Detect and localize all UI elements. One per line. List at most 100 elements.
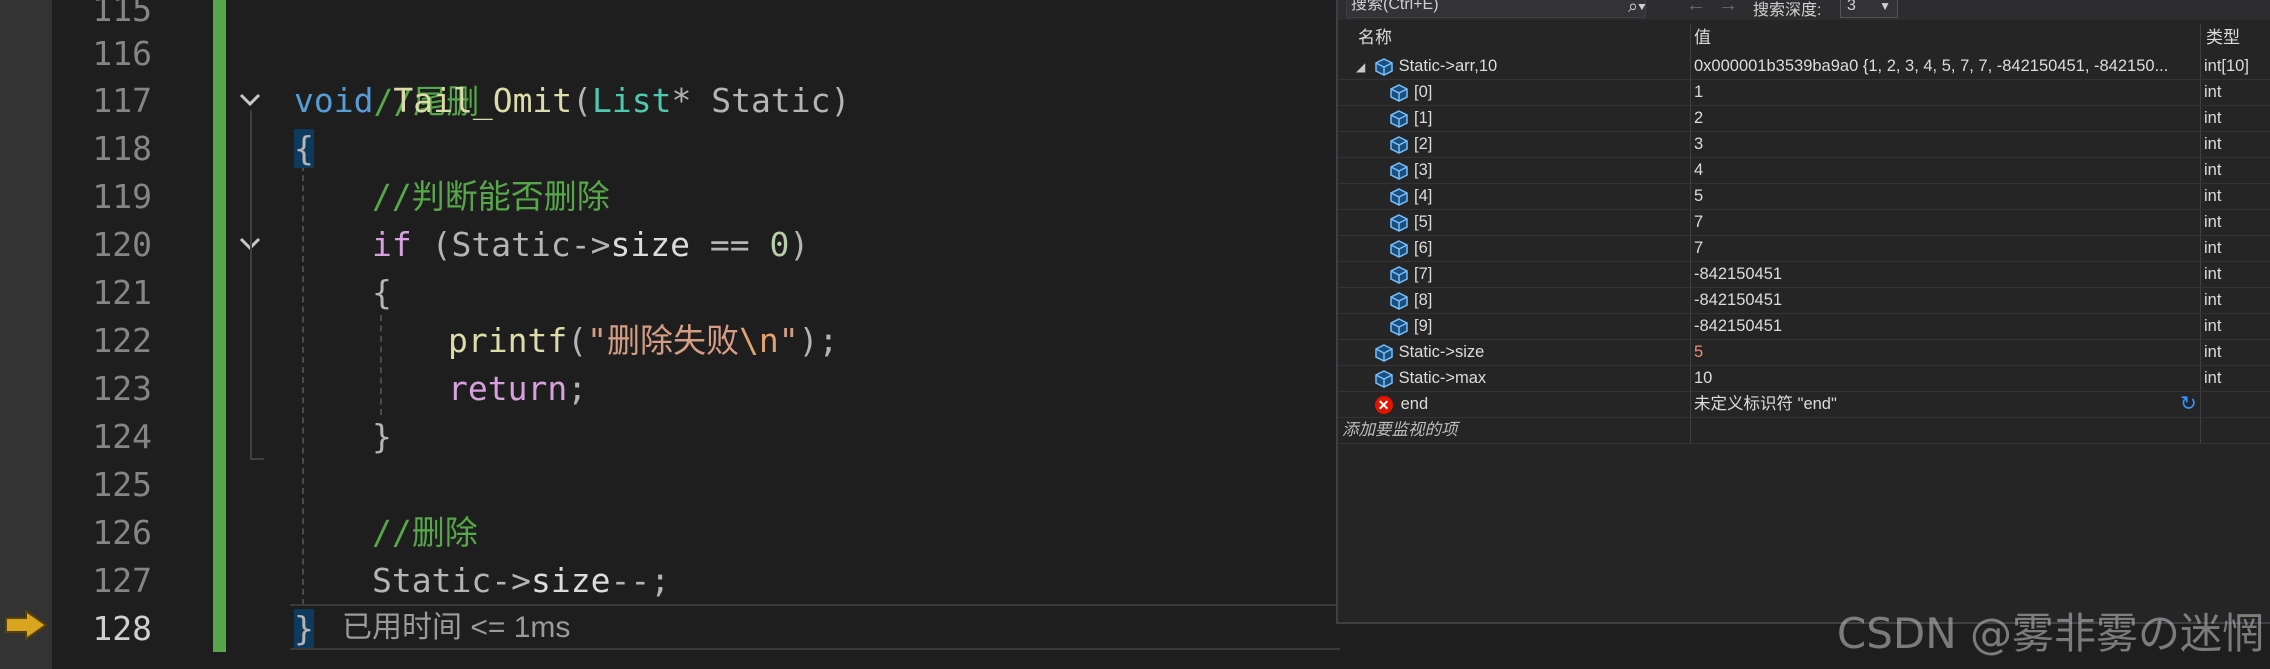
watch-value-cell[interactable]: 4 [1694,157,2194,183]
code-line-128: } [294,609,314,648]
watch-value-cell[interactable]: 0x000001b3539ba9a0 {1, 2, 3, 4, 5, 7, 7,… [1694,53,2194,79]
watch-row[interactable]: [8] -842150451 int [1338,287,2270,314]
watch-row[interactable]: [9] -842150451 int [1338,313,2270,340]
watch-name-label: [0] [1414,83,1433,101]
watch-row[interactable]: [7] -842150451 int [1338,261,2270,288]
watch-name-label: Static->max [1398,369,1487,387]
watch-value-cell[interactable]: 2 [1694,105,2194,131]
watch-value-cell[interactable]: -842150451 [1694,261,2194,287]
watch-name-cell[interactable]: [4] [1338,183,1690,209]
watch-row[interactable]: [1] 2 int [1338,105,2270,132]
forward-arrow-icon[interactable]: → [1718,0,1738,17]
watch-value-cell[interactable]: 7 [1694,235,2194,261]
expand-toggle-icon[interactable]: ◢ [1356,54,1370,79]
line-number: 121 [92,273,152,312]
watch-name-label: [5] [1414,213,1433,231]
watch-name-cell[interactable]: ✕ end [1338,391,1690,417]
column-header-value[interactable]: 值 [1694,24,1711,52]
variable-cube-icon [1390,83,1408,102]
fold-guide-end [250,458,264,460]
watch-name-label: Static->arr,10 [1398,57,1498,75]
watch-type-cell: int [2204,109,2222,127]
variable-cube-icon [1390,265,1408,284]
perf-tip: 已用时间 <= 1ms [342,611,571,644]
watch-value-cell[interactable]: 10 [1694,365,2194,391]
watch-type-cell: int [2204,135,2222,153]
code-line-127: Static->size--; [372,561,671,600]
variable-cube-icon [1390,239,1408,258]
code-line-122: printf("删除失败\n"); [448,321,839,360]
column-header-name[interactable]: 名称 [1358,24,1392,52]
add-watch-row[interactable]: 添加要监视的项 [1338,417,2270,444]
watch-row[interactable]: ✕ end 未定义标识符 "end" ↻ [1338,391,2270,418]
watch-name-label: [2] [1414,135,1433,153]
code-line-117: void Tail_Omit(List* Static) [294,81,851,120]
variable-cube-icon [1374,369,1393,388]
watch-value-cell[interactable]: 未定义标识符 "end" [1694,391,2194,417]
search-depth-select[interactable]: 3 ▼ [1840,0,1898,18]
watch-row[interactable]: Static->max 10 int [1338,365,2270,392]
back-arrow-icon[interactable]: ← [1686,0,1706,17]
watch-value-cell[interactable]: 1 [1694,79,2194,105]
line-number: 125 [92,465,152,504]
watch-name-label: Static->size [1398,343,1485,361]
line-number: 116 [92,34,152,73]
line-number: 124 [92,417,152,456]
watch-name-cell[interactable]: Static->size [1338,339,1690,365]
watch-row[interactable]: ◢ Static->arr,10 0x000001b3539ba9a0 {1, 2… [1338,53,2270,80]
code-line-126: //删除 [372,513,478,552]
code-line-121: { [372,273,392,312]
watch-value-cell[interactable]: 7 [1694,209,2194,235]
watch-row[interactable]: Static->size 5 int [1338,339,2270,366]
watch-value-cell[interactable]: 5 [1694,183,2194,209]
watch-name-label: [6] [1414,239,1433,257]
watch-value-cell[interactable]: 5 [1694,339,2194,365]
watch-name-cell[interactable]: [0] [1338,79,1690,105]
watch-name-cell[interactable]: [8] [1338,287,1690,313]
watch-name-cell[interactable]: [1] [1338,105,1690,131]
glyph-margin[interactable] [0,0,52,669]
chevron-down-icon: ▼ [1879,0,1891,13]
watch-type-cell: int [2204,187,2222,205]
variable-cube-icon [1390,187,1408,206]
search-icon[interactable]: ⌕▾ [1628,0,1646,17]
watch-row[interactable]: [2] 3 int [1338,131,2270,158]
watch-name-cell[interactable]: [9] [1338,313,1690,339]
watch-row[interactable]: [0] 1 int [1338,79,2270,106]
watch-type-cell: int[10] [2204,57,2249,75]
watch-row[interactable]: [4] 5 int [1338,183,2270,210]
watch-name-cell[interactable]: [3] [1338,157,1690,183]
watch-value-cell[interactable]: -842150451 [1694,287,2194,313]
line-number: 120 [92,225,152,264]
watch-name-cell[interactable]: ◢ Static->arr,10 [1338,53,1690,79]
watch-row[interactable]: [5] 7 int [1338,209,2270,236]
watch-search-input[interactable]: 搜索(Ctrl+E) [1346,0,1646,18]
watch-name-cell[interactable]: [6] [1338,235,1690,261]
add-watch-hint[interactable]: 添加要监视的项 [1338,417,1694,443]
watch-name-cell[interactable]: [2] [1338,131,1690,157]
watch-row[interactable]: [3] 4 int [1338,157,2270,184]
code-line-119: //判断能否删除 [372,177,610,216]
variable-cube-icon [1390,135,1408,154]
column-header-type[interactable]: 类型 [2206,24,2240,52]
watch-name-label: [8] [1414,291,1433,309]
line-number: 122 [92,321,152,360]
watch-row[interactable]: [6] 7 int [1338,235,2270,262]
watch-name-cell[interactable]: [7] [1338,261,1690,287]
variable-cube-icon [1374,57,1393,76]
watch-name-label: [1] [1414,109,1433,127]
watch-value-cell[interactable]: 3 [1694,131,2194,157]
watch-value-cell[interactable]: -842150451 [1694,313,2194,339]
variable-cube-icon [1390,109,1408,128]
refresh-icon[interactable]: ↻ [2180,394,2197,414]
line-number: 115 [92,0,152,29]
fold-guide [250,110,252,460]
watch-type-cell: int [2204,83,2222,101]
watch-window[interactable]: 搜索(Ctrl+E) ⌕▾ ← → 搜索深度: 3 ▼ 名称 值 类型 ◢ Sta… [1336,0,2270,624]
watch-name-cell[interactable]: Static->max [1338,365,1690,391]
watch-type-cell: int [2204,291,2222,309]
variable-cube-icon [1390,291,1408,310]
watch-name-cell[interactable]: [5] [1338,209,1690,235]
code-line-123: return; [448,369,588,408]
variable-cube-icon [1390,213,1408,232]
